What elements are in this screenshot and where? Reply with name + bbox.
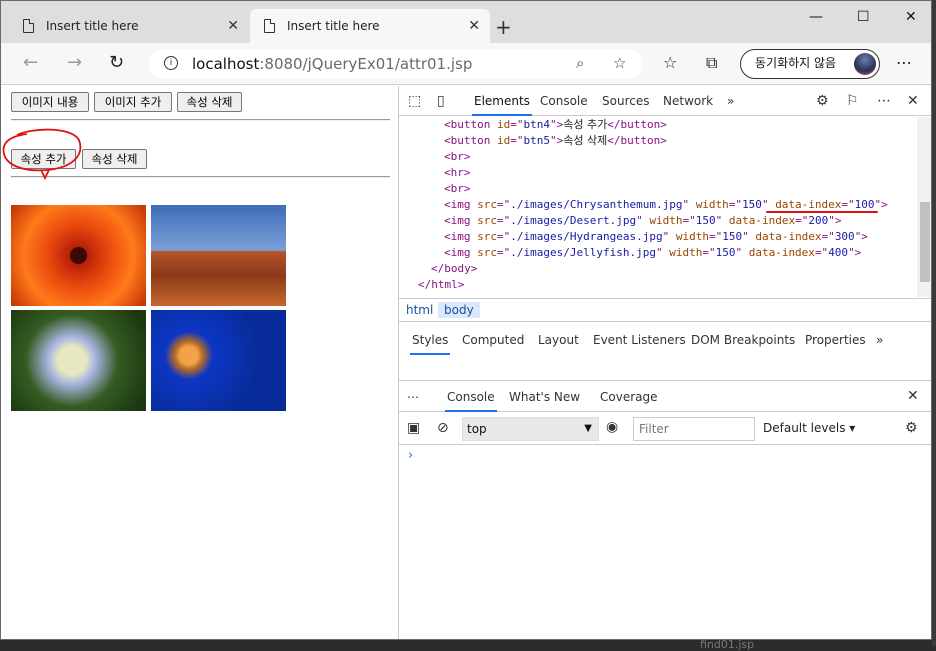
context-select[interactable]: top ▼ xyxy=(462,417,599,441)
avatar xyxy=(854,53,876,75)
divider xyxy=(11,119,390,121)
filter-input[interactable]: Filter xyxy=(633,417,755,441)
red-circle-annotation xyxy=(2,128,82,181)
tab-console[interactable]: Console xyxy=(540,94,588,108)
more-options-icon[interactable]: ⋯ xyxy=(896,53,912,72)
tab-sources[interactable]: Sources xyxy=(602,94,649,108)
log-levels-select[interactable]: Default levels ▾ xyxy=(763,421,855,435)
image-jellyfish xyxy=(151,310,286,411)
red-underline-annotation xyxy=(766,211,878,213)
dom-node-line[interactable]: <button id="btn5">속성 삭제</button> xyxy=(444,133,667,149)
favorite-star-icon[interactable]: ☆ xyxy=(613,54,626,72)
tab-styles[interactable]: Styles xyxy=(409,333,451,355)
image-desert xyxy=(151,205,286,306)
background-window-strip xyxy=(932,0,936,646)
page-icon xyxy=(264,19,275,33)
new-tab-button[interactable]: + xyxy=(495,15,512,39)
chevron-down-icon: ▼ xyxy=(584,423,592,434)
inspect-element-icon[interactable]: ⬚ xyxy=(408,93,421,109)
back-icon[interactable]: ← xyxy=(23,52,38,73)
scrollbar-thumb[interactable] xyxy=(920,202,930,282)
eye-icon[interactable]: ◉ xyxy=(606,419,618,435)
devtools-tabbar: ⬚ ▯ Elements Console Sources Network » ⚙… xyxy=(399,86,931,116)
favorites-icon[interactable]: ☆ xyxy=(663,53,677,72)
maximize-button[interactable]: ☐ xyxy=(857,9,870,25)
close-drawer-icon[interactable]: ✕ xyxy=(907,388,919,404)
devtools-panel: ⬚ ▯ Elements Console Sources Network » ⚙… xyxy=(398,86,931,639)
refresh-icon[interactable]: ↻ xyxy=(109,52,124,73)
tab-network[interactable]: Network xyxy=(663,94,713,108)
sync-label: 동기화하지 않음 xyxy=(755,56,837,70)
tab-coverage[interactable]: Coverage xyxy=(600,390,658,404)
browser-tab[interactable]: Insert title here ✕ xyxy=(9,9,249,43)
remove-attr-button[interactable]: 속성 삭제 xyxy=(177,92,242,112)
tab-console-drawer[interactable]: Console xyxy=(445,390,497,412)
close-window-button[interactable]: ✕ xyxy=(905,9,917,25)
drawer-menu-icon[interactable]: ⋯ xyxy=(407,390,419,404)
tab-whats-new[interactable]: What's New xyxy=(509,390,580,404)
browser-window: Insert title here ✕ Insert title here ✕ … xyxy=(0,0,932,640)
profile-sync-button[interactable]: 동기화하지 않음 xyxy=(740,49,880,79)
styles-tabbar: Styles Computed Layout Event Listeners D… xyxy=(399,323,931,381)
console-prompt[interactable]: › xyxy=(408,448,413,463)
breadcrumb-html[interactable]: html xyxy=(406,303,433,317)
dom-node-line[interactable]: <hr> xyxy=(444,165,471,181)
tab-layout[interactable]: Layout xyxy=(538,333,579,347)
more-options-icon[interactable]: ⋯ xyxy=(877,93,891,109)
tab-properties[interactable]: Properties xyxy=(805,333,866,347)
close-devtools-icon[interactable]: ✕ xyxy=(907,93,919,109)
tab-dom-breakpoints[interactable]: DOM Breakpoints xyxy=(691,333,795,347)
taskbar-file-hint: find01.jsp xyxy=(700,638,755,651)
dom-node-line[interactable]: <br> xyxy=(444,149,471,165)
tab-strip: Insert title here ✕ Insert title here ✕ … xyxy=(1,1,931,43)
sidebar-toggle-icon[interactable]: ▣ xyxy=(407,420,420,436)
tab-title: Insert title here xyxy=(287,19,380,33)
collections-icon[interactable]: ⧉ xyxy=(706,53,717,73)
dom-node-line[interactable]: <button id="btn4">속성 추가</button> xyxy=(444,117,667,133)
dom-node-line[interactable]: </html> xyxy=(418,277,464,293)
info-icon[interactable]: i xyxy=(164,56,178,70)
vertical-scrollbar[interactable] xyxy=(917,117,931,297)
feedback-icon[interactable]: ⚐ xyxy=(846,93,859,109)
tab-event-listeners[interactable]: Event Listeners xyxy=(593,333,686,347)
page-viewport: 이미지 내용 이미지 추가 속성 삭제 속성 추가 속성 삭제 xyxy=(1,86,398,639)
dom-node-line[interactable]: <br> xyxy=(444,181,471,197)
more-tabs-icon[interactable]: » xyxy=(727,94,734,108)
url-text: localhost:8080/jQueryEx01/attr01.jsp xyxy=(192,55,473,73)
image-chrysanthemum xyxy=(11,205,146,306)
browser-tab-active[interactable]: Insert title here ✕ xyxy=(250,9,490,43)
tab-title: Insert title here xyxy=(46,19,139,33)
search-icon[interactable]: ⌕ xyxy=(576,54,584,72)
console-toolbar: ▣ ⊘ top ▼ ◉ Filter Default levels ▾ ⚙ xyxy=(399,413,931,445)
dom-node-line[interactable]: <img src="./images/Jellyfish.jpg" width=… xyxy=(444,245,861,261)
browser-toolbar: ← → ↻ i localhost:8080/jQueryEx01/attr01… xyxy=(1,43,931,85)
remove-attr-button-2[interactable]: 속성 삭제 xyxy=(82,149,147,169)
settings-gear-icon[interactable]: ⚙ xyxy=(816,93,829,109)
breadcrumb: html body xyxy=(399,298,931,322)
image-hydrangeas xyxy=(11,310,146,411)
breadcrumb-body[interactable]: body xyxy=(438,302,480,318)
page-icon xyxy=(23,19,34,33)
tab-elements[interactable]: Elements xyxy=(472,94,532,116)
dom-node-line[interactable]: <img src="./images/Hydrangeas.jpg" width… xyxy=(444,229,868,245)
add-image-button[interactable]: 이미지 추가 xyxy=(94,92,172,112)
forward-icon[interactable]: → xyxy=(67,52,82,73)
dom-node-line[interactable]: <img src="./images/Desert.jpg" width="15… xyxy=(444,213,841,229)
image-content-button[interactable]: 이미지 내용 xyxy=(11,92,89,112)
tab-computed[interactable]: Computed xyxy=(462,333,524,347)
elements-tree: <button id="btn4">속성 추가</button> <button… xyxy=(399,117,917,297)
address-bar[interactable]: i localhost:8080/jQueryEx01/attr01.jsp ⌕… xyxy=(148,49,642,79)
clear-console-icon[interactable]: ⊘ xyxy=(437,420,449,436)
device-toolbar-icon[interactable]: ▯ xyxy=(437,93,445,109)
minimize-button[interactable]: — xyxy=(809,9,823,25)
console-settings-gear-icon[interactable]: ⚙ xyxy=(905,420,918,436)
tab-close-icon[interactable]: ✕ xyxy=(227,18,239,34)
dom-node-line[interactable]: </body> xyxy=(431,261,477,277)
drawer-tabbar: ⋯ Console What's New Coverage ✕ xyxy=(399,382,931,412)
more-tabs-icon[interactable]: » xyxy=(876,333,883,347)
tab-close-icon[interactable]: ✕ xyxy=(468,18,480,34)
